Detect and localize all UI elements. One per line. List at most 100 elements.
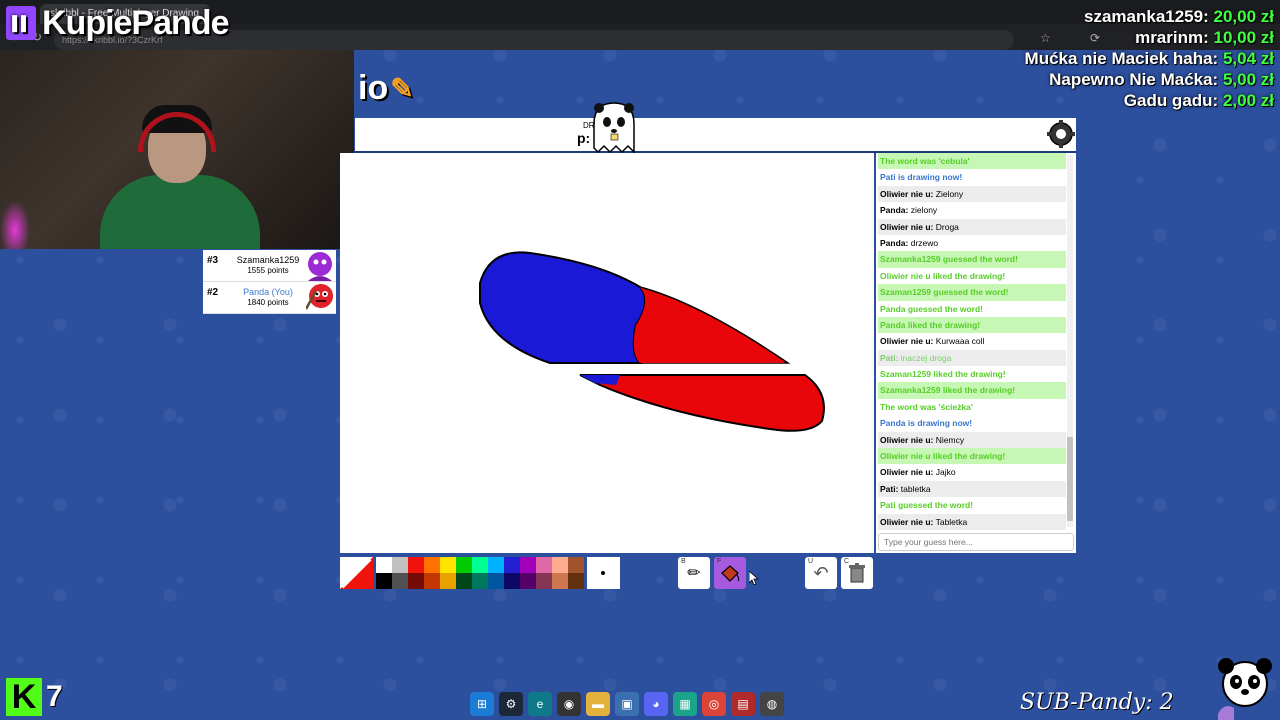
player-row[interactable]: #2 Panda (You) 1840 points: [203, 282, 336, 314]
chrome-icon[interactable]: ◎: [702, 692, 726, 716]
chat-text: Szamanka1259 liked the drawing!: [880, 385, 1016, 396]
color-swatch[interactable]: [552, 557, 568, 573]
color-swatch[interactable]: [504, 557, 520, 573]
undo-button[interactable]: U ↶: [805, 557, 837, 589]
chat-text: zielony: [910, 205, 938, 216]
chat-text: inaczej droga: [900, 352, 952, 363]
steam-icon[interactable]: ⚙: [499, 692, 523, 716]
drawing-canvas[interactable]: [340, 153, 874, 553]
color-swatch[interactable]: [456, 557, 472, 573]
webcam-light: [0, 200, 30, 249]
twitch-icon: ▌▌: [6, 6, 36, 40]
color-swatch[interactable]: [488, 573, 504, 589]
pen-hotkey: B: [681, 558, 686, 565]
app4-icon[interactable]: ◍: [760, 692, 784, 716]
color-swatch[interactable]: [440, 573, 456, 589]
chat-message: Oliwier nie u liked the drawing!: [878, 448, 1066, 465]
app3-icon[interactable]: ▤: [731, 692, 755, 716]
donation-row: mrarinm: 10,00 zł: [1025, 27, 1274, 48]
clear-hotkey: C: [844, 558, 850, 565]
chat-message: Oliwier nie u: Zielony: [878, 185, 1066, 203]
app-icon[interactable]: ▣: [615, 692, 639, 716]
chat-message: Panda liked the drawing!: [878, 316, 1066, 334]
chat-message: Szamanka1259 liked the drawing!: [878, 382, 1066, 399]
donor-name: mrarinm:: [1135, 28, 1209, 47]
color-swatch[interactable]: [424, 573, 440, 589]
panda-mascot-icon: [1218, 658, 1272, 720]
edge-icon[interactable]: e: [528, 692, 552, 716]
chat-message: Oliwier nie u liked the drawing!: [878, 268, 1066, 284]
clear-button[interactable]: C: [841, 557, 873, 589]
chat-message: Pati guessed the word!: [878, 497, 1066, 513]
chat-scrollbar[interactable]: [1067, 155, 1073, 527]
color-swatch[interactable]: [408, 557, 424, 573]
color-swatch[interactable]: [472, 557, 488, 573]
chat-message: Pati: tabletka: [878, 480, 1066, 498]
ghost-panda-icon: [593, 102, 635, 154]
donation-row: Napewno Nie Maćka: 5,00 zł: [1025, 69, 1274, 90]
color-swatch[interactable]: [376, 557, 392, 573]
player-avatar: [306, 284, 333, 310]
chat-text: Szaman1259 guessed the word!: [880, 287, 1009, 298]
color-swatch[interactable]: [568, 573, 584, 589]
game-logo-text: io: [358, 68, 389, 107]
pen-tool-button[interactable]: B ✏: [678, 557, 710, 589]
color-swatch[interactable]: [552, 573, 568, 589]
fill-tool-button[interactable]: F: [714, 557, 746, 589]
chat-author: Pati:: [880, 352, 899, 363]
app2-icon[interactable]: ▦: [673, 692, 697, 716]
chat-message: Oliwier nie u: Tabletka: [878, 513, 1066, 530]
chat-text: Droga: [935, 221, 959, 232]
color-swatch[interactable]: [408, 573, 424, 589]
color-swatch[interactable]: [488, 557, 504, 573]
webcam-feed: [0, 50, 354, 249]
taskbar: ⊞ ⚙ e ◉ ▬ ▣ ◕ ▦ ◎ ▤ ◍: [470, 690, 810, 718]
donor-name: Gadu gadu:: [1123, 91, 1219, 110]
chat-text: Oliwier nie u liked the drawing!: [880, 270, 1006, 281]
donor-name: Mućka nie Maciek haha:: [1024, 49, 1219, 68]
guess-input[interactable]: [878, 533, 1074, 551]
windows-start-icon[interactable]: ⊞: [470, 692, 494, 716]
color-swatch[interactable]: [504, 573, 520, 589]
color-swatch[interactable]: [520, 573, 536, 589]
folder-icon[interactable]: ▬: [586, 692, 610, 716]
chat-text: Tabletka: [935, 516, 968, 527]
chat-text: Panda is drawing now!: [880, 418, 973, 429]
donation-amount: 5,00 zł: [1222, 70, 1274, 89]
color-swatch[interactable]: [392, 557, 408, 573]
color-swatch[interactable]: [536, 573, 552, 589]
chat-panel: The word was 'cebula' Pati is drawing now…: [876, 153, 1076, 553]
obs-icon[interactable]: ◉: [557, 692, 581, 716]
chat-message: The word was 'cebula': [878, 153, 1066, 170]
brush-size-dot: [601, 571, 605, 575]
chat-scroll-thumb[interactable]: [1067, 437, 1073, 521]
chat-message: Panda is drawing now!: [878, 415, 1066, 431]
chat-text: Jajko: [935, 467, 956, 478]
brush-size-button[interactable]: [587, 557, 620, 589]
color-swatch[interactable]: [456, 573, 472, 589]
color-swatch[interactable]: [536, 557, 552, 573]
streamer-logo: ▌▌ KupiePande: [6, 2, 229, 44]
player-avatar: [308, 252, 332, 281]
mouse-cursor-icon: [749, 571, 759, 585]
color-swatch[interactable]: [520, 557, 536, 573]
color-swatch[interactable]: [376, 573, 392, 589]
player-row[interactable]: #3 Szamanka1259 1555 points: [203, 250, 336, 282]
chat-message: Panda guessed the word!: [878, 301, 1066, 317]
color-swatch[interactable]: [392, 573, 408, 589]
donor-name: szamanka1259:: [1084, 7, 1209, 26]
undo-hotkey: U: [808, 558, 814, 565]
chat-author: Panda:: [880, 205, 909, 216]
drawing: [479, 251, 825, 432]
donation-amount: 20,00 zł: [1213, 7, 1275, 26]
color-swatch[interactable]: [472, 573, 488, 589]
kick-logo: K: [6, 678, 42, 716]
chat-text: tabletka: [900, 483, 931, 494]
color-swatch[interactable]: [424, 557, 440, 573]
discord-icon[interactable]: ◕: [644, 692, 668, 716]
color-swatch[interactable]: [440, 557, 456, 573]
chat-text: Oliwier nie u liked the drawing!: [880, 451, 1006, 462]
gear-icon[interactable]: [1047, 120, 1075, 148]
donation-row: szamanka1259: 20,00 zł: [1025, 6, 1274, 27]
color-swatch[interactable]: [568, 557, 584, 573]
